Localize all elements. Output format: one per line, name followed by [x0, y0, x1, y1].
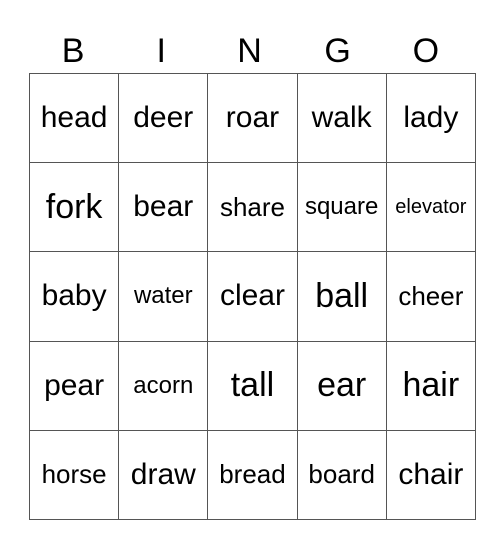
card-cell[interactable]: acorn	[118, 340, 209, 431]
card-cell[interactable]: bear	[118, 162, 209, 253]
card-cell[interactable]: horse	[28, 429, 120, 520]
card-row: head deer roar walk lady	[28, 72, 476, 164]
card-cell[interactable]: draw	[118, 429, 209, 520]
header-letter-g: G	[324, 32, 351, 70]
card-row: fork bear share square elevator	[28, 162, 476, 253]
card-cell[interactable]: bread	[207, 429, 298, 520]
card-cell[interactable]: elevator	[385, 162, 476, 253]
card-cell[interactable]: pear	[28, 340, 120, 431]
header-letter-b: B	[61, 32, 85, 70]
header-letter-o: O	[412, 32, 440, 70]
card-cell[interactable]: baby	[28, 251, 120, 342]
card-cell[interactable]: tall	[207, 340, 298, 431]
card-cell[interactable]: square	[296, 162, 387, 253]
card-cell[interactable]: hair	[385, 340, 476, 431]
card-cell[interactable]: lady	[385, 72, 476, 164]
card-cell[interactable]: ear	[296, 340, 387, 431]
bingo-card: head deer roar walk lady fork bear share…	[28, 72, 476, 520]
card-cell[interactable]: deer	[118, 72, 209, 164]
card-cell[interactable]: ball	[296, 251, 387, 342]
card-cell[interactable]: fork	[28, 162, 120, 253]
header-letter-i: I	[156, 32, 166, 70]
card-row: baby water clear ball cheer	[28, 251, 476, 342]
card-cell[interactable]: head	[28, 72, 120, 164]
bingo-header: B I N G O	[29, 30, 470, 73]
card-cell[interactable]: chair	[385, 429, 476, 520]
card-cell[interactable]: cheer	[385, 251, 476, 342]
card-cell[interactable]: board	[296, 429, 387, 520]
card-cell[interactable]: roar	[207, 72, 298, 164]
header-letter-n: N	[237, 32, 262, 70]
card-cell[interactable]: walk	[296, 72, 387, 164]
card-row: horse draw bread board chair	[28, 429, 476, 520]
card-cell[interactable]: clear	[207, 251, 298, 342]
card-row: pear acorn tall ear hair	[28, 340, 476, 431]
card-cell[interactable]: water	[118, 251, 209, 342]
card-cell[interactable]: share	[207, 162, 298, 253]
